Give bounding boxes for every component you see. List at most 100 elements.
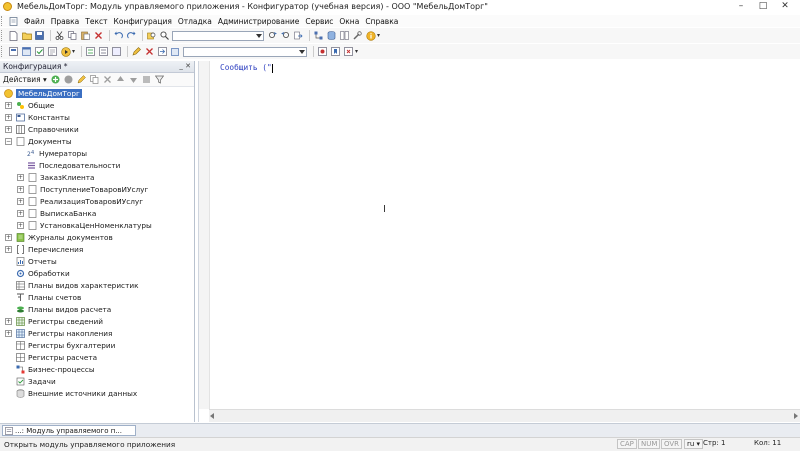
add-folder-icon[interactable] (64, 75, 73, 84)
tree-item-characteristic-plans[interactable]: Планы видов характеристик (16, 280, 138, 291)
actions-menu[interactable]: Действия ▾ (3, 75, 47, 84)
delete-tool-button[interactable] (144, 46, 155, 57)
scroll-right-icon[interactable] (794, 413, 798, 419)
add-icon[interactable] (51, 75, 60, 84)
tree-item-constants[interactable]: + Константы (5, 112, 70, 123)
redo-button[interactable] (126, 30, 137, 41)
run-debug-button[interactable] (60, 46, 71, 57)
save-button[interactable] (34, 30, 45, 41)
menu-administration[interactable]: Администрирование (215, 17, 303, 26)
panel-close-button[interactable]: _ ✕ (179, 62, 191, 70)
expand-toggle[interactable]: + (5, 102, 12, 109)
expand-toggle[interactable]: + (5, 234, 12, 241)
copy-button[interactable] (67, 30, 78, 41)
chevron-down-icon[interactable] (256, 33, 262, 38)
menu-service[interactable]: Сервис (302, 17, 336, 26)
tree-item-reports[interactable]: Отчеты (16, 256, 57, 267)
tree-item-goods-receipt[interactable]: + ПоступлениеТоваровИУслуг (17, 184, 148, 195)
form-button[interactable] (21, 46, 32, 57)
tree-item-root[interactable]: МебельДомТорг (4, 88, 82, 99)
find-prev-button[interactable] (280, 30, 291, 41)
syntax-check-button[interactable] (34, 46, 45, 57)
expand-toggle[interactable]: + (5, 126, 12, 133)
cut-button[interactable] (54, 30, 65, 41)
tree-item-price-setting[interactable]: + УстановкаЦенНоменклатуры (17, 220, 152, 231)
tree-item-accumulation-registers[interactable]: + Регистры накопления (5, 328, 112, 339)
filter-icon[interactable] (154, 75, 164, 84)
find-next-button[interactable] (267, 30, 278, 41)
tree-item-calculation-registers[interactable]: Регистры расчета (16, 352, 97, 363)
tree-item-data-processors[interactable]: Обработки (16, 268, 70, 279)
expand-toggle[interactable]: + (17, 222, 24, 229)
expand-toggle[interactable]: + (17, 174, 24, 181)
paste-button[interactable] (80, 30, 91, 41)
expand-toggle[interactable]: + (5, 318, 12, 325)
chevron-down-icon[interactable]: ▾ (377, 32, 380, 39)
horizontal-scrollbar[interactable] (209, 409, 800, 422)
menu-configuration[interactable]: Конфигурация (111, 17, 175, 26)
edit-tool-button[interactable] (131, 46, 142, 57)
menu-text[interactable]: Текст (82, 17, 110, 26)
menu-edit[interactable]: Правка (48, 17, 83, 26)
toolbar-grip[interactable] (1, 30, 5, 41)
tree-item-documents[interactable]: − Документы (5, 136, 72, 147)
scroll-left-icon[interactable] (210, 413, 214, 419)
expand-toggle[interactable]: + (5, 330, 12, 337)
minimize-button[interactable]: – (730, 1, 752, 12)
tree-item-common[interactable]: + Общие (5, 100, 54, 111)
undo-button[interactable] (113, 30, 124, 41)
tree-item-enums[interactable]: + Перечисления (5, 244, 83, 255)
uncomment-button[interactable] (98, 46, 109, 57)
collapse-toggle[interactable]: − (5, 138, 12, 145)
tree-item-goods-sale[interactable]: + РеализацияТоваровИУслуг (17, 196, 143, 207)
tree-item-business-processes[interactable]: Бизнес-процессы (16, 364, 95, 375)
tree-item-chart-of-accounts[interactable]: Планы счетов (16, 292, 81, 303)
chevron-down-icon[interactable]: ▾ (355, 48, 358, 55)
move-up-icon[interactable] (116, 75, 125, 84)
bookmark-button[interactable] (330, 46, 341, 57)
close-button[interactable]: ✕ (774, 1, 796, 12)
menu-file[interactable]: Файл (21, 17, 48, 26)
expand-toggle[interactable]: + (5, 114, 12, 121)
code-line[interactable]: Сообщить (" (220, 63, 273, 73)
search-combo[interactable] (172, 30, 264, 41)
update-db-button[interactable] (339, 30, 350, 41)
tree-item-sequences[interactable]: Последовательности (27, 160, 120, 171)
tree-item-external-data-sources[interactable]: Внешние источники данных (16, 388, 137, 399)
tree-item-catalogs[interactable]: + Справочники (5, 124, 79, 135)
delete-button[interactable] (93, 30, 104, 41)
attach-button[interactable] (170, 46, 181, 57)
editor-gutter[interactable] (199, 61, 210, 409)
find-button[interactable] (146, 30, 157, 41)
wrap-button[interactable] (111, 46, 122, 57)
replace-button[interactable] (293, 30, 304, 41)
expand-toggle[interactable]: + (17, 186, 24, 193)
tree-item-document-journals[interactable]: + Журналы документов (5, 232, 113, 243)
tree-item-accounting-registers[interactable]: Регистры бухгалтерии (16, 340, 115, 351)
info-button[interactable] (365, 30, 376, 41)
tree-item-customer-order[interactable]: + ЗаказКлиента (17, 172, 94, 183)
expand-toggle[interactable]: + (17, 198, 24, 205)
expand-toggle[interactable]: + (17, 210, 24, 217)
menu-help[interactable]: Справка (362, 17, 401, 26)
tools-button[interactable] (352, 30, 363, 41)
procedures-button[interactable] (47, 46, 58, 57)
menu-debug[interactable]: Отладка (175, 17, 215, 26)
open-button[interactable] (21, 30, 32, 41)
search-button[interactable] (159, 30, 170, 41)
tab-module[interactable]: ...: Модуль управляемого п... (2, 425, 136, 436)
menu-grip[interactable] (1, 16, 6, 26)
toolbar-grip[interactable] (1, 46, 5, 57)
goto-button[interactable] (157, 46, 168, 57)
expand-toggle[interactable]: + (5, 246, 12, 253)
new-file-button[interactable] (8, 30, 19, 41)
tree-item-calculation-plans[interactable]: Планы видов расчета (16, 304, 111, 315)
database-button[interactable] (326, 30, 337, 41)
tree-item-numerators[interactable]: 24 Нумераторы (27, 148, 87, 159)
edit-icon[interactable] (77, 75, 86, 84)
delete-item-icon[interactable] (103, 75, 112, 84)
config-tree-button[interactable] (313, 30, 324, 41)
menu-windows[interactable]: Окна (336, 17, 362, 26)
code-editor[interactable]: Сообщить (" I (198, 61, 800, 422)
tree-item-bank-statement[interactable]: + ВыпискаБанка (17, 208, 96, 219)
